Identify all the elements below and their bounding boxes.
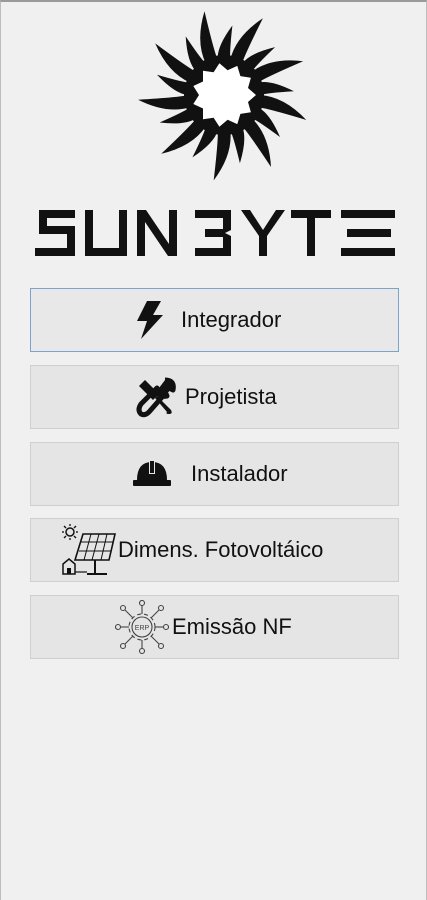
projetista-button[interactable]: Projetista <box>30 365 399 429</box>
lightning-bolt-icon <box>137 301 163 339</box>
instalador-button[interactable]: Instalador <box>30 442 399 506</box>
solar-panel-icon <box>62 524 117 575</box>
projetista-label: Projetista <box>185 384 277 409</box>
dimens-fotovoltaico-button[interactable]: Dimens. Fotovoltáico <box>30 518 399 582</box>
hard-hat-icon <box>133 460 171 486</box>
erp-network-icon: ERP <box>115 600 169 654</box>
dimens-fotovoltaico-label: Dimens. Fotovoltáico <box>118 537 324 562</box>
integrador-button[interactable]: Integrador <box>30 288 399 352</box>
sunbyte-sun-logo <box>138 11 307 181</box>
instalador-label: Instalador <box>191 461 288 486</box>
app-window: Integrador Projetista Instalador Dimens.… <box>0 0 427 900</box>
svg-text:ERP: ERP <box>135 625 150 632</box>
integrador-label: Integrador <box>181 307 282 332</box>
emissao-nf-button[interactable]: ERP Emissão NF <box>30 595 399 659</box>
sunbyte-wordmark <box>35 210 395 256</box>
tools-icon <box>136 377 176 418</box>
emissao-nf-label: Emissão NF <box>172 614 292 639</box>
